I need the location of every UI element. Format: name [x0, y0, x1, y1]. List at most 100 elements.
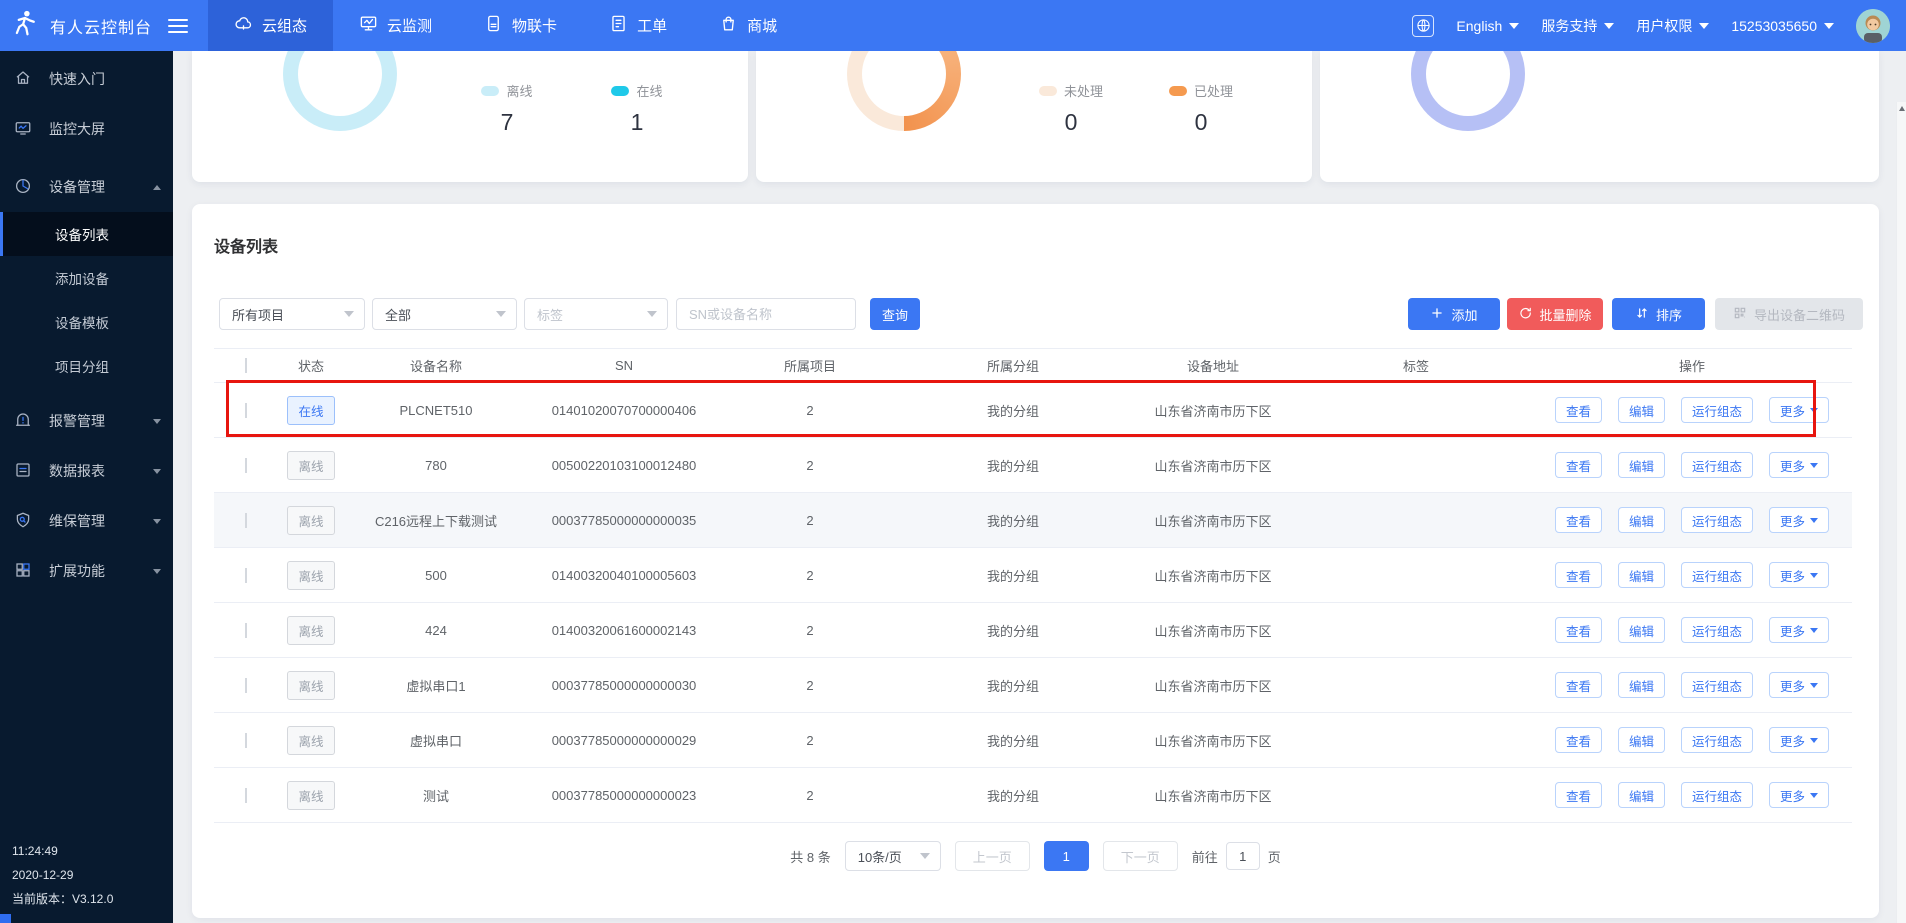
chevron-down-icon	[153, 519, 161, 524]
current-page-button[interactable]: 1	[1044, 841, 1089, 871]
more-button[interactable]: 更多	[1769, 562, 1829, 588]
row-checkbox[interactable]	[245, 788, 247, 803]
run-scada-button[interactable]: 运行组态	[1681, 782, 1753, 808]
avatar[interactable]	[1856, 9, 1890, 43]
batch-delete-button[interactable]: 批量删除	[1507, 298, 1603, 330]
run-scada-button[interactable]: 运行组态	[1681, 727, 1753, 753]
more-button[interactable]: 更多	[1769, 452, 1829, 478]
project-filter-select[interactable]: 所有项目	[219, 298, 365, 330]
device-name-cell: 虚拟串口	[344, 731, 528, 750]
edit-button[interactable]: 编辑	[1618, 452, 1665, 478]
tab-iot-sim[interactable]: 物联卡	[458, 0, 583, 51]
search-button[interactable]: 查询	[870, 298, 920, 330]
tab-mall[interactable]: 商城	[693, 0, 803, 51]
next-page-button[interactable]: 下一页	[1103, 841, 1178, 871]
sidebar-item-device-management[interactable]: 设备管理	[0, 162, 173, 212]
sidebar-item-device-list[interactable]: 设备列表	[0, 212, 173, 256]
chevron-down-icon	[920, 853, 930, 859]
vertical-scrollbar[interactable]	[1896, 102, 1906, 923]
row-checkbox[interactable]	[245, 733, 247, 748]
more-button[interactable]: 更多	[1769, 507, 1829, 533]
run-scada-button[interactable]: 运行组态	[1681, 562, 1753, 588]
sidebar-item-device-template[interactable]: 设备模板	[0, 300, 173, 344]
page-size-select[interactable]: 10条/页	[845, 841, 941, 871]
chevron-down-icon	[1699, 23, 1709, 29]
sidebar-item-alarm-management[interactable]: 报警管理	[0, 396, 173, 446]
status-filter-select[interactable]: 全部	[372, 298, 517, 330]
row-checkbox[interactable]	[245, 403, 247, 418]
row-checkbox[interactable]	[245, 623, 247, 638]
goto-prefix-label: 前往	[1192, 847, 1218, 866]
version-label: 当前版本：V3.12.0	[12, 887, 113, 911]
row-checkbox[interactable]	[245, 568, 247, 583]
edit-button[interactable]: 编辑	[1618, 672, 1665, 698]
view-button[interactable]: 查看	[1555, 562, 1602, 588]
more-button[interactable]: 更多	[1769, 782, 1829, 808]
run-scada-button[interactable]: 运行组态	[1681, 397, 1753, 423]
export-qr-button[interactable]: 导出设备二维码	[1715, 298, 1863, 330]
legend-unhandled: 未处理 0	[1011, 81, 1131, 136]
sidebar-item-add-device[interactable]: 添加设备	[0, 256, 173, 300]
add-device-button[interactable]: 添加	[1408, 298, 1500, 330]
group-cell: 我的分组	[900, 621, 1126, 640]
prev-page-button[interactable]: 上一页	[955, 841, 1030, 871]
more-button[interactable]: 更多	[1769, 727, 1829, 753]
sidebar-item-extensions[interactable]: 扩展功能	[0, 546, 173, 596]
alarm-bell-icon	[14, 411, 32, 432]
edit-button[interactable]: 编辑	[1618, 727, 1665, 753]
sidebar-item-quick-start[interactable]: 快速入门	[0, 54, 173, 104]
edit-button[interactable]: 编辑	[1618, 617, 1665, 643]
view-button[interactable]: 查看	[1555, 397, 1602, 423]
globe-icon	[1412, 15, 1434, 37]
run-scada-button[interactable]: 运行组态	[1681, 507, 1753, 533]
sidebar-item-data-report[interactable]: 数据报表	[0, 446, 173, 496]
goto-page-input[interactable]	[1226, 842, 1260, 870]
sidebar-item-project-group[interactable]: 项目分组	[0, 344, 173, 388]
legend-online: 在线 1	[577, 81, 697, 136]
hamburger-menu-icon[interactable]	[168, 19, 188, 33]
sidebar-item-monitor-screen[interactable]: 监控大屏	[0, 104, 173, 154]
view-button[interactable]: 查看	[1555, 672, 1602, 698]
sidebar-item-maintenance[interactable]: 维保管理	[0, 496, 173, 546]
view-button[interactable]: 查看	[1555, 727, 1602, 753]
edit-button[interactable]: 编辑	[1618, 397, 1665, 423]
group-cell: 我的分组	[900, 511, 1126, 530]
account-dropdown[interactable]: 15253035650	[1731, 18, 1834, 34]
language-dropdown[interactable]: English	[1456, 18, 1519, 34]
device-status-card: 离线 7 在线 1	[192, 51, 748, 182]
edit-button[interactable]: 编辑	[1618, 507, 1665, 533]
search-input[interactable]	[676, 298, 856, 330]
tab-work-order[interactable]: 工单	[583, 0, 693, 51]
chevron-down-icon	[153, 469, 161, 474]
edit-button[interactable]: 编辑	[1618, 562, 1665, 588]
edit-button[interactable]: 编辑	[1618, 782, 1665, 808]
more-button[interactable]: 更多	[1769, 617, 1829, 643]
status-filter-value: 全部	[385, 305, 411, 324]
row-checkbox[interactable]	[245, 678, 247, 693]
tab-cloud-scada[interactable]: 云组态	[208, 0, 333, 51]
chevron-down-icon	[1810, 683, 1818, 688]
view-button[interactable]: 查看	[1555, 507, 1602, 533]
more-button[interactable]: 更多	[1769, 397, 1829, 423]
select-all-checkbox[interactable]	[245, 358, 247, 373]
big-screen-icon	[14, 119, 32, 140]
more-button[interactable]: 更多	[1769, 672, 1829, 698]
tab-cloud-monitor[interactable]: 云监测	[333, 0, 458, 51]
tag-filter-select[interactable]: 标签	[524, 298, 668, 330]
run-scada-button[interactable]: 运行组态	[1681, 672, 1753, 698]
run-scada-button[interactable]: 运行组态	[1681, 452, 1753, 478]
view-button[interactable]: 查看	[1555, 782, 1602, 808]
sort-button[interactable]: 排序	[1612, 298, 1705, 330]
status-badge: 离线	[287, 451, 334, 480]
navbar-right: English 服务支持 用户权限 15253035650	[1412, 0, 1906, 51]
view-button[interactable]: 查看	[1555, 617, 1602, 643]
view-button[interactable]: 查看	[1555, 452, 1602, 478]
row-checkbox[interactable]	[245, 513, 247, 528]
table-row: 离线 780 00500220103100012480 2 我的分组 山东省济南…	[214, 438, 1852, 493]
alarm-status-donut-chart	[847, 51, 961, 131]
service-support-dropdown[interactable]: 服务支持	[1541, 16, 1614, 36]
run-scada-button[interactable]: 运行组态	[1681, 617, 1753, 643]
row-checkbox[interactable]	[245, 458, 247, 473]
user-permission-dropdown[interactable]: 用户权限	[1636, 16, 1709, 36]
project-cell: 2	[720, 458, 900, 473]
